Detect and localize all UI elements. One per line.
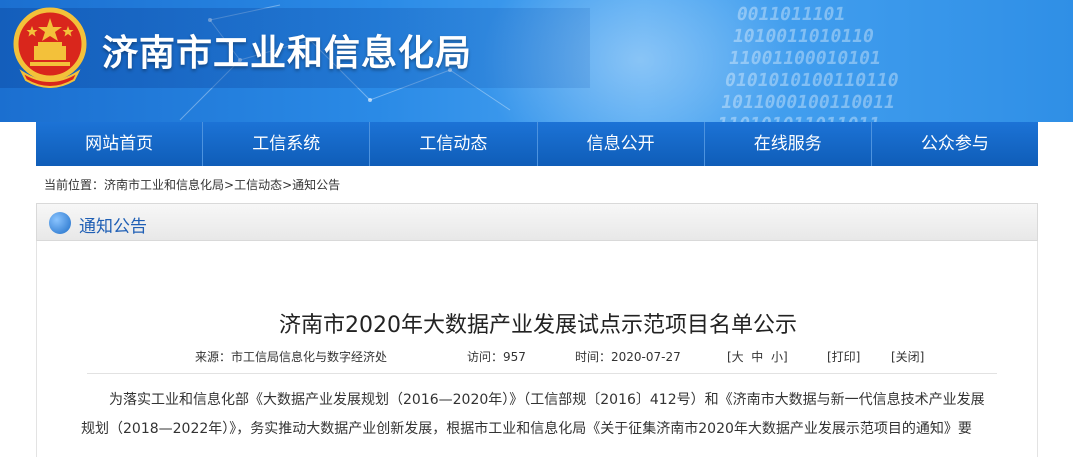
site-title: 济南市工业和信息化局	[102, 33, 473, 74]
binary-decoration: 0011011101 1010011010110 11001100010101 …	[715, 4, 901, 122]
breadcrumb: 当前位置：济南市工业和信息化局>工信动态>通知公告	[44, 176, 340, 193]
article-source: 来源：市工信局信息化与数字经济处	[195, 350, 388, 364]
article-body: 为落实工业和信息化部《大数据产业发展规划（2016—2020年）》（工信部规〔2…	[81, 386, 1011, 444]
main-nav: 网站首页 工信系统 工信动态 信息公开 在线服务 公众参与	[36, 122, 1038, 166]
article-title: 济南市2020年大数据产业发展试点示范项目名单公示	[279, 313, 797, 338]
article-content: 济南市2020年大数据产业发展试点示范项目名单公示 来源：市工信局信息化与数字经…	[36, 241, 1038, 457]
section-header: 通知公告	[36, 203, 1038, 241]
nav-item-public-participation[interactable]: 公众参与	[872, 122, 1038, 166]
close-button[interactable]: [关闭]	[891, 348, 924, 365]
article-visits: 访问：957	[467, 350, 526, 364]
paragraph-line: 规划（2018—2022年）》，务实推动大数据产业创新发展，根据市工业和信息化局…	[81, 421, 972, 437]
breadcrumb-path[interactable]: 济南市工业和信息化局>工信动态>通知公告	[104, 178, 340, 192]
nav-item-disclosure[interactable]: 信息公开	[538, 122, 705, 166]
paragraph-line: 为落实工业和信息化部《大数据产业发展规划（2016—2020年）》（工信部规〔2…	[109, 392, 985, 408]
nav-item-home[interactable]: 网站首页	[36, 122, 204, 166]
header-banner: 0011011101 1010011010110 11001100010101 …	[0, 0, 1073, 122]
print-button[interactable]: [打印]	[827, 348, 860, 365]
font-size-control[interactable]: [大 中 小]	[727, 348, 788, 365]
meta-divider	[87, 373, 997, 374]
national-emblem-icon	[13, 7, 87, 88]
article-date: 时间：2020-07-27	[575, 350, 681, 364]
nav-item-online-service[interactable]: 在线服务	[705, 122, 872, 166]
section-title: 通知公告	[79, 217, 147, 237]
announcement-icon	[49, 212, 71, 234]
breadcrumb-prefix: 当前位置：	[44, 178, 105, 192]
nav-item-news[interactable]: 工信动态	[370, 122, 538, 166]
nav-item-system[interactable]: 工信系统	[203, 122, 371, 166]
